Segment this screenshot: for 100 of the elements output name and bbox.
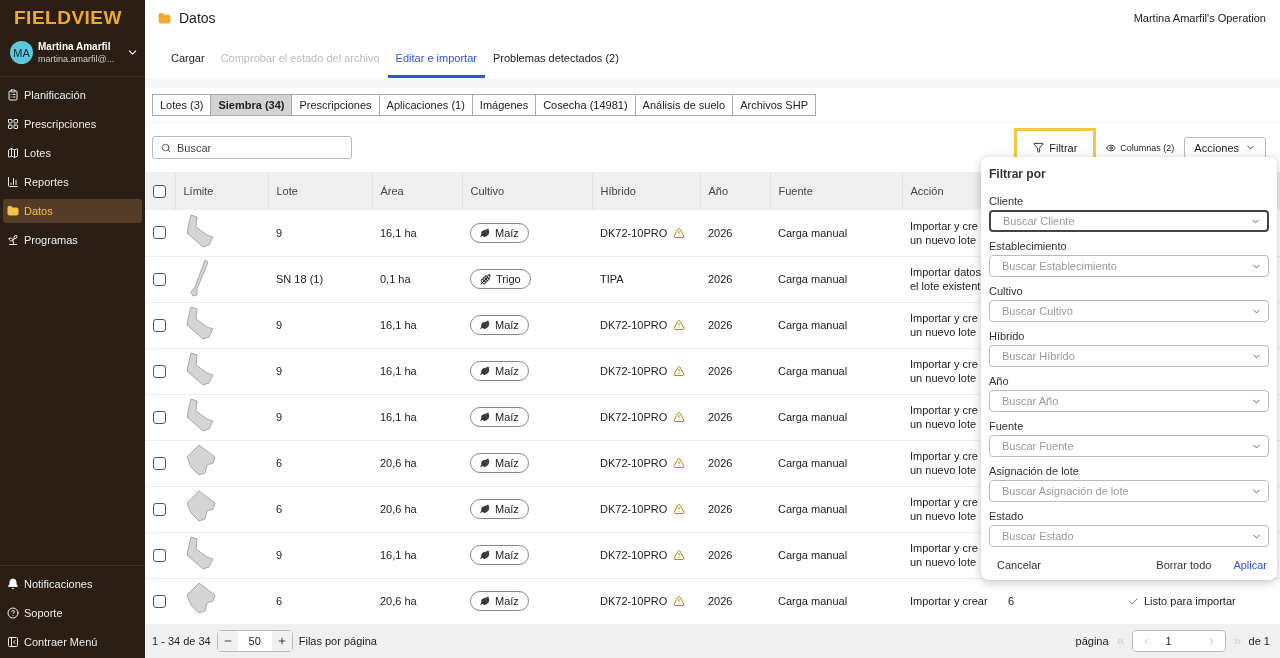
leaf-icon [480, 550, 490, 560]
table-cell: 2026 [708, 365, 733, 377]
table-cell: 2026 [708, 457, 733, 469]
status-text: Listo para importar [1144, 595, 1236, 607]
search-icon [161, 142, 171, 153]
table-cell: SN 18 (1) [276, 273, 324, 285]
leaf-icon [480, 596, 490, 606]
column-header[interactable]: Límite [175, 172, 268, 210]
nav-item[interactable]: Soporte [3, 601, 142, 625]
table-cell: 2026 [708, 549, 733, 561]
nav-item[interactable]: Planificación [3, 83, 142, 107]
segment-tab[interactable]: Lotes (3) [152, 94, 212, 116]
bell-icon [7, 578, 19, 590]
page-label: página [1075, 635, 1109, 647]
nav-item[interactable]: Datos [3, 199, 142, 223]
table-cell: 16,1 ha [380, 411, 417, 423]
table-cell: 16,1 ha [380, 365, 417, 377]
segment-tab[interactable]: Análisis de suelo [634, 94, 734, 116]
checkbox[interactable] [153, 226, 166, 240]
user-email: martina.amarfil@... [38, 54, 116, 64]
table-cell: 6 [1008, 595, 1015, 607]
nav-item[interactable]: Lotes [3, 141, 142, 165]
leaf-icon [480, 227, 490, 238]
field-label: Estado [989, 510, 1025, 523]
segment-tab[interactable]: Siembra (34) [210, 94, 293, 116]
collapse-icon [7, 636, 19, 648]
column-header[interactable]: Híbrido [592, 172, 700, 210]
segment-tab[interactable]: Cosecha (14981) [535, 94, 636, 116]
page-count: de 1 [1248, 635, 1270, 647]
segment-tab[interactable]: Imágenes [471, 94, 537, 116]
table-cell: DK72-10PRO [600, 319, 668, 331]
table-cell: 6 [276, 595, 283, 607]
segment-tab[interactable]: Prescripciones [291, 94, 380, 116]
rows-per-page-stepper[interactable]: 50 [216, 630, 293, 652]
page-title: Datos [179, 10, 216, 26]
table-cell: DK72-10PRO [600, 503, 668, 515]
table-cell: 2026 [708, 226, 733, 239]
checkbox[interactable] [153, 318, 166, 332]
apply-button[interactable]: Aplicar [1233, 559, 1267, 572]
checkbox[interactable] [153, 548, 166, 562]
column-header[interactable]: Fuente [770, 172, 902, 210]
column-header[interactable]: Área [372, 172, 462, 210]
checkbox[interactable] [153, 594, 166, 608]
table-cell: DK72-10PRO [600, 595, 668, 607]
table-cell-text: Importar datos el lote existent [910, 265, 982, 293]
nav-item[interactable]: Prescripciones [3, 112, 142, 136]
column-header[interactable]: Lote [268, 172, 372, 210]
checkbox[interactable] [153, 502, 166, 516]
operation-name: Martina Amarfil's Operation [1133, 12, 1266, 24]
nav-item[interactable]: Reportes [3, 170, 142, 194]
field-label: Híbrido [989, 330, 1026, 343]
grid-icon [7, 118, 19, 130]
chart-icon [7, 176, 19, 188]
search-field[interactable]: Buscar [152, 136, 352, 159]
table-cell: Carga manual [778, 411, 848, 423]
leaf-icon [480, 458, 490, 468]
nav-item[interactable]: Notificaciones [3, 572, 142, 596]
table-cell: Carga manual [778, 503, 848, 515]
checkbox[interactable] [153, 184, 166, 198]
wheat-icon [480, 273, 491, 285]
user-name: Martina Amarfil [38, 41, 112, 52]
table-cell: 9 [276, 365, 283, 377]
table-cell: 20,6 ha [380, 595, 417, 607]
clear-all-button[interactable]: Borrar todo [1156, 559, 1212, 572]
user-avatar: MA [10, 41, 33, 64]
cancel-button[interactable]: Cancelar [997, 559, 1042, 572]
leaf-icon [480, 504, 490, 514]
clipboard-icon [7, 89, 19, 101]
checkbox[interactable] [153, 410, 166, 424]
table-cell: Carga manual [778, 226, 848, 239]
table-cell: DK72-10PRO [600, 411, 668, 423]
plus-icon[interactable] [276, 636, 287, 646]
field-label: Establecimiento [989, 240, 1068, 253]
nav-item[interactable]: Programas [3, 228, 142, 252]
checkbox[interactable] [153, 456, 166, 470]
table-cell: Carga manual [778, 319, 848, 331]
segment-tab[interactable]: Archivos SHP [732, 94, 816, 116]
checkbox[interactable] [153, 364, 166, 378]
table-cell-text: Importar y cre un nuevo lote [910, 311, 979, 339]
step-tab[interactable]: Editar e importar [387, 40, 485, 78]
columns-button[interactable]: Columnas (2) [1096, 142, 1185, 153]
table-cell: 2026 [708, 319, 733, 331]
column-header[interactable]: Año [700, 172, 770, 210]
table-cell: 20,6 ha [380, 503, 417, 515]
table-cell: DK72-10PRO [600, 226, 668, 239]
table-cell: DK72-10PRO [600, 549, 668, 561]
step-tab[interactable]: Cargar [163, 40, 213, 78]
step-tab[interactable]: Problemas detectados (2) [484, 40, 627, 78]
nav-item[interactable]: Contraer Menú [3, 630, 142, 654]
table-cell: 9 [276, 549, 283, 561]
checkbox[interactable] [153, 272, 166, 286]
segment-tab[interactable]: Aplicaciones (1) [378, 94, 473, 116]
column-header[interactable]: Cultivo [462, 172, 592, 210]
map-icon [7, 147, 19, 159]
table-cell: DK72-10PRO [600, 365, 668, 377]
table-cell-text: Importar y cre un nuevo lote [910, 357, 979, 385]
table-cell: TIPA [600, 273, 624, 285]
help-icon [7, 607, 19, 619]
table-cell: 16,1 ha [380, 549, 417, 561]
leaf-icon [480, 366, 490, 376]
